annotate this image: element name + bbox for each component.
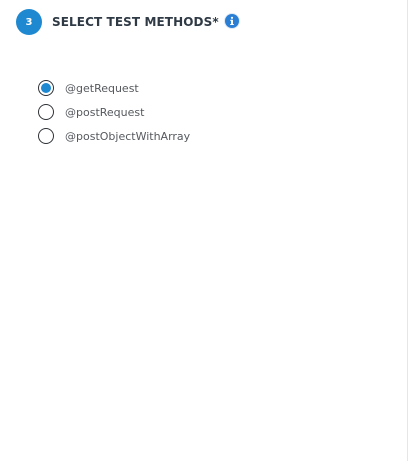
radio-button-selected[interactable] [38,80,54,96]
method-option-postobjectwitharray[interactable]: @postObjectWithArray [38,127,190,145]
step-title: SELECT TEST METHODS* [52,15,219,29]
method-label: @postObjectWithArray [65,129,191,143]
radio-button[interactable] [38,104,54,120]
step-number-badge: 3 [16,9,42,35]
method-option-getrequest[interactable]: @getRequest [38,79,190,97]
test-methods-panel: 3 SELECT TEST METHODS* @getRequest @post… [0,0,408,461]
method-label: @getRequest [65,81,139,95]
method-option-postrequest[interactable]: @postRequest [38,103,190,121]
step-header: 3 SELECT TEST METHODS* [16,8,239,36]
method-label: @postRequest [65,105,145,119]
test-methods-radio-group: @getRequest @postRequest @postObjectWith… [38,79,190,151]
radio-button[interactable] [38,128,54,144]
info-icon[interactable] [224,14,239,28]
